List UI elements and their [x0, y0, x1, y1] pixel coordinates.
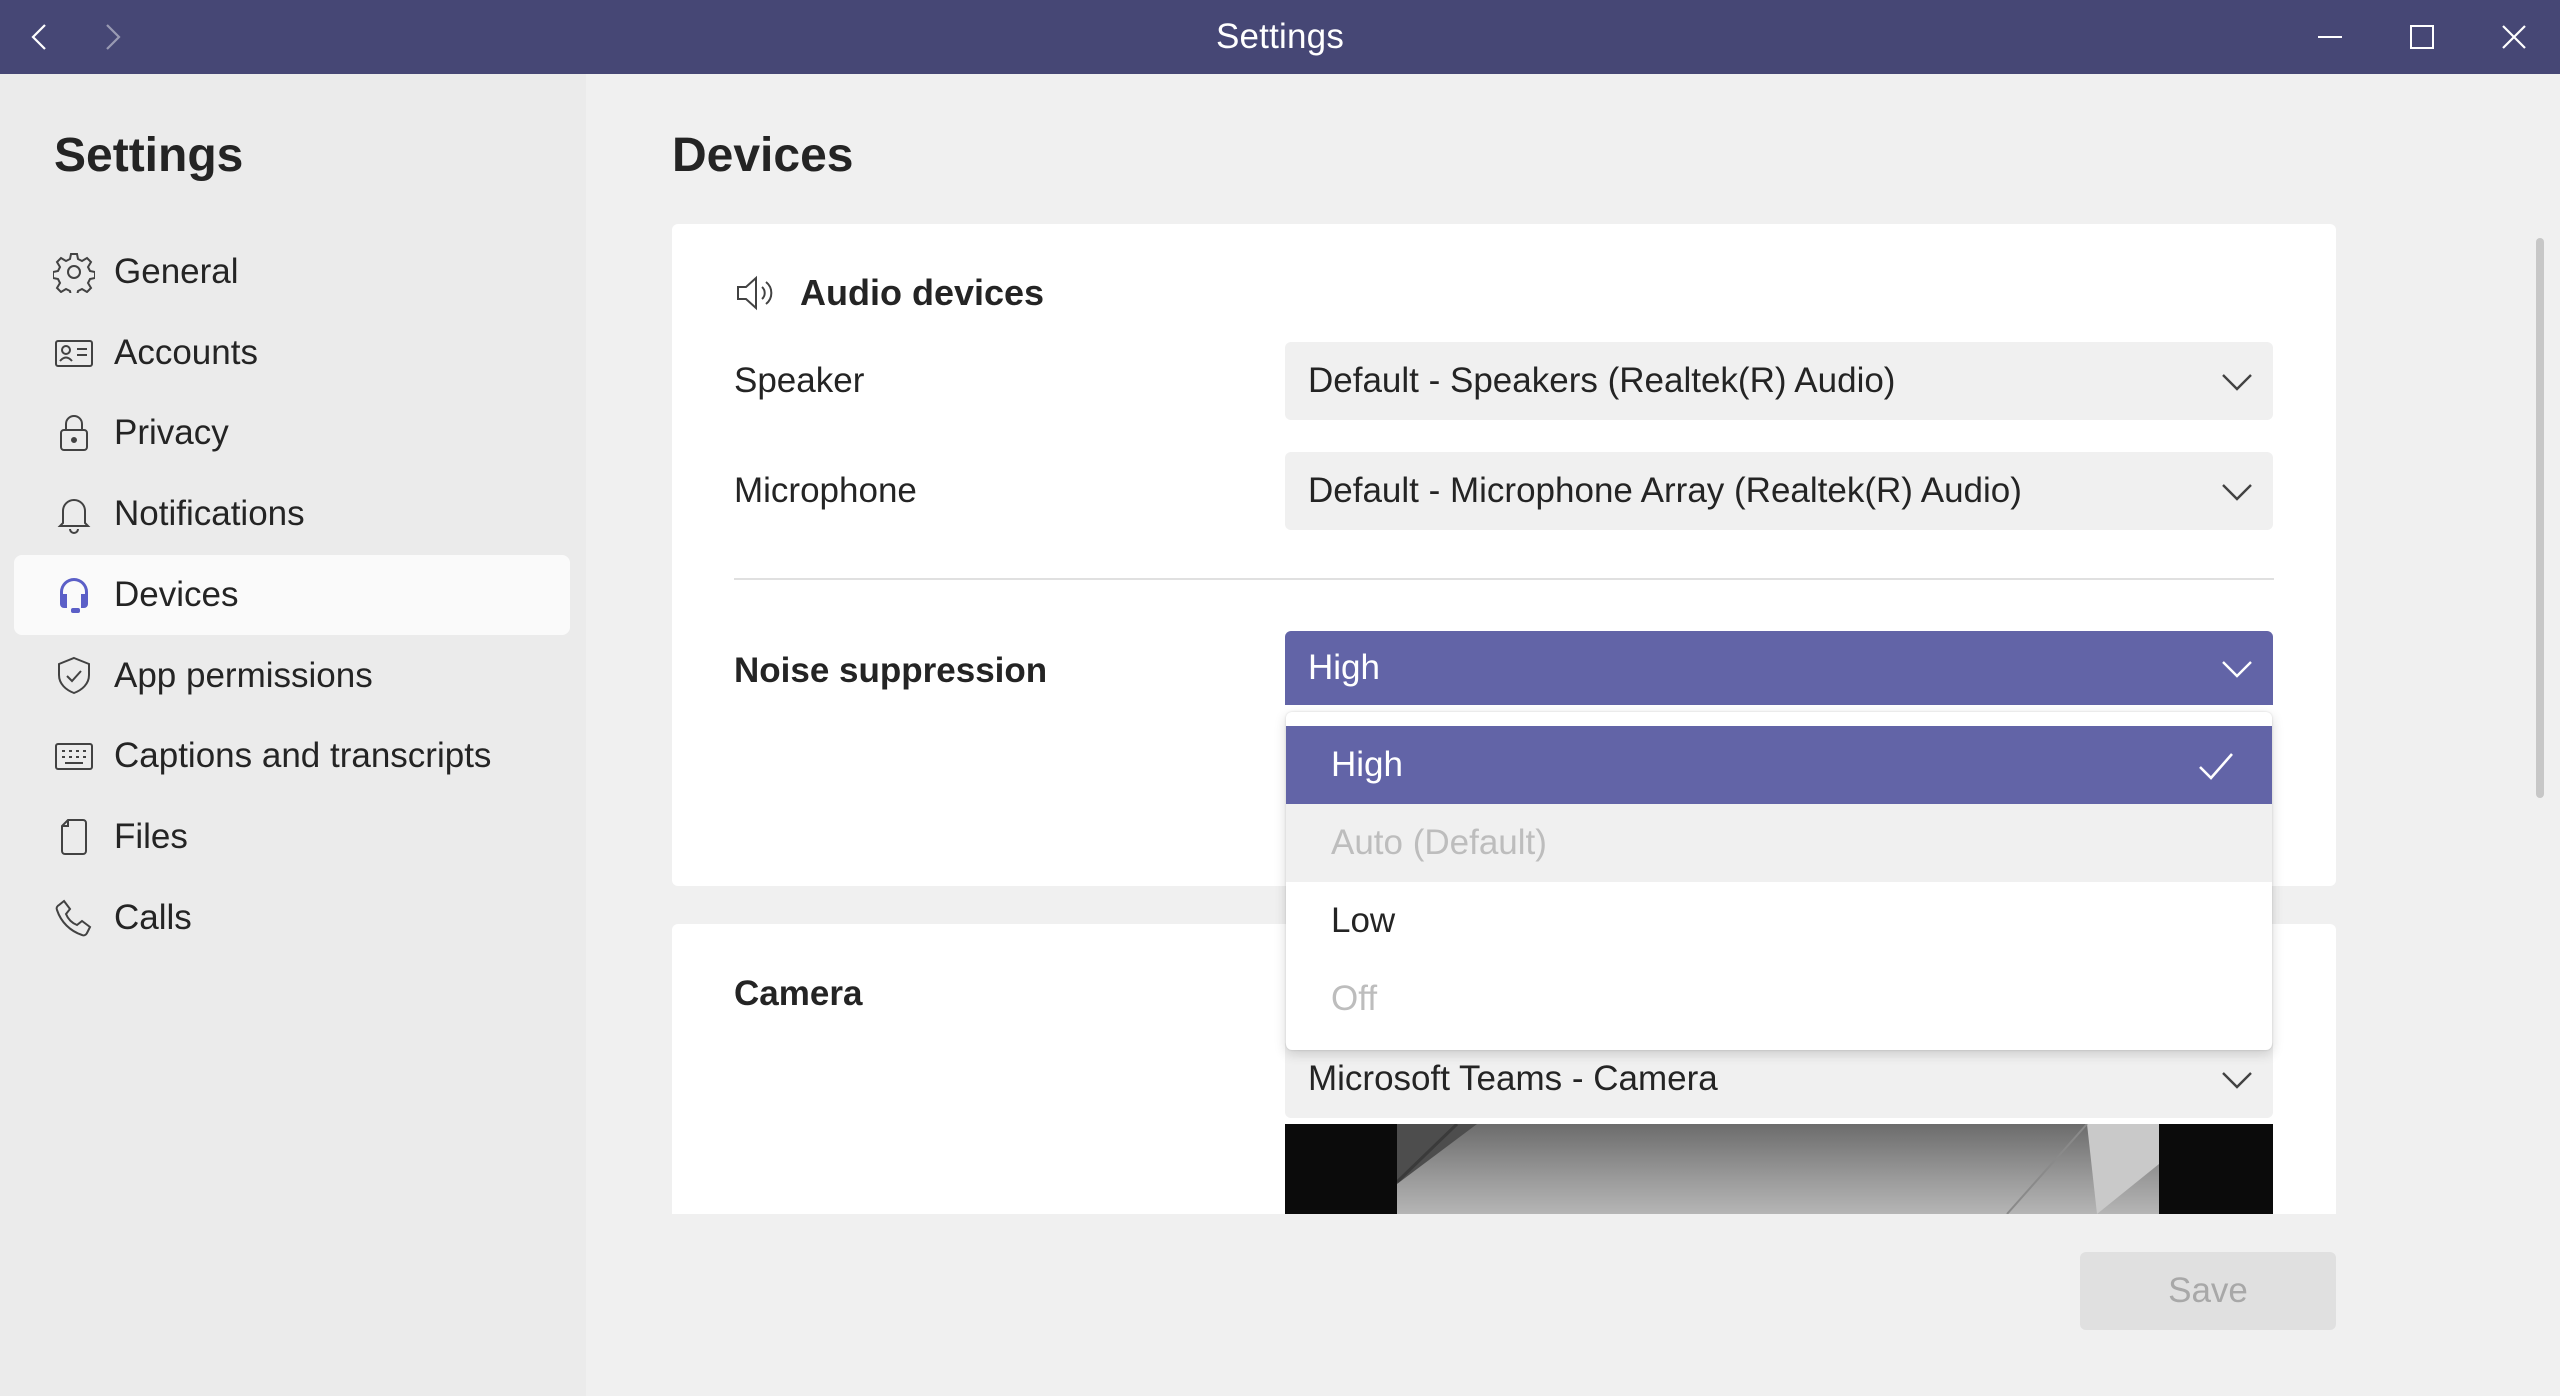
minimize-icon: [2318, 36, 2342, 38]
sidebar-item-label: Devices: [114, 575, 239, 614]
camera-preview: [1285, 1124, 2273, 1214]
microphone-label: Microphone: [734, 471, 917, 510]
chevron-down-icon: [2222, 484, 2252, 501]
sidebar-item-label: App permissions: [114, 656, 373, 695]
section-divider: [734, 578, 2274, 580]
option-label: High: [1331, 745, 1403, 784]
sidebar-item-devices[interactable]: Devices: [14, 555, 570, 635]
content-scrollbar[interactable]: [2536, 238, 2544, 798]
noise-suppression-dropdown: High Auto (Default) Low Off: [1286, 712, 2272, 1050]
camera-preview-image: [1395, 1124, 2159, 1214]
sidebar-item-label: General: [114, 252, 239, 291]
sidebar-item-label: Files: [114, 817, 188, 856]
speaker-label: Speaker: [734, 361, 865, 400]
sidebar-title: Settings: [54, 129, 244, 182]
option-auto-default[interactable]: Auto (Default): [1286, 804, 2272, 882]
sidebar-item-label: Privacy: [114, 413, 229, 452]
close-button[interactable]: [2474, 0, 2554, 74]
sidebar-item-captions[interactable]: Captions and transcripts: [14, 716, 570, 796]
close-icon: [2502, 25, 2526, 49]
noise-suppression-select[interactable]: High: [1285, 631, 2273, 705]
camera-heading: Camera: [734, 974, 863, 1013]
maximize-icon: [2410, 25, 2434, 49]
microphone-select-value: Default - Microphone Array (Realtek(R) A…: [1308, 471, 2022, 510]
microphone-select[interactable]: Default - Microphone Array (Realtek(R) A…: [1285, 452, 2273, 530]
maximize-button[interactable]: [2382, 0, 2462, 74]
option-off[interactable]: Off: [1286, 960, 2272, 1038]
id-card-icon: [52, 331, 96, 375]
option-label: Auto (Default): [1331, 823, 1547, 862]
sidebar-item-accounts[interactable]: Accounts: [14, 313, 570, 393]
speaker-select-value: Default - Speakers (Realtek(R) Audio): [1308, 361, 1896, 400]
minimize-button[interactable]: [2290, 0, 2370, 74]
noise-suppression-value: High: [1308, 648, 1380, 687]
audio-devices-heading: Audio devices: [734, 270, 1044, 316]
camera-select-value: Microsoft Teams - Camera: [1308, 1059, 1718, 1098]
check-icon: [2199, 753, 2233, 780]
option-label: Low: [1331, 901, 1396, 940]
speaker-icon: [734, 271, 778, 315]
gear-icon: [52, 250, 96, 294]
save-button[interactable]: Save: [2080, 1252, 2336, 1330]
sidebar-item-general[interactable]: General: [14, 232, 570, 312]
chevron-down-icon: [2222, 1072, 2252, 1089]
audio-devices-title: Audio devices: [800, 272, 1045, 313]
noise-suppression-label: Noise suppression: [734, 651, 1048, 690]
sidebar-item-label: Accounts: [114, 333, 258, 372]
sidebar-item-privacy[interactable]: Privacy: [14, 393, 570, 473]
chevron-down-icon: [2222, 661, 2252, 678]
window-title: Settings: [1215, 17, 1345, 56]
sidebar-item-files[interactable]: Files: [14, 797, 570, 877]
sidebar-item-notifications[interactable]: Notifications: [14, 474, 570, 554]
phone-icon: [52, 896, 96, 940]
camera-select[interactable]: Microsoft Teams - Camera: [1285, 1040, 2273, 1118]
speaker-select[interactable]: Default - Speakers (Realtek(R) Audio): [1285, 342, 2273, 420]
sidebar-item-label: Calls: [114, 898, 192, 937]
sidebar-item-label: Notifications: [114, 494, 305, 533]
chevron-down-icon: [2222, 374, 2252, 391]
keyboard-icon: [52, 734, 96, 778]
bell-icon: [52, 492, 96, 536]
sidebar-item-calls[interactable]: Calls: [14, 878, 570, 958]
sidebar-item-app-permissions[interactable]: App permissions: [14, 636, 570, 716]
sidebar-item-label: Captions and transcripts: [114, 736, 492, 775]
option-high[interactable]: High: [1286, 726, 2272, 804]
lock-icon: [52, 411, 96, 455]
option-low[interactable]: Low: [1286, 882, 2272, 960]
shield-icon: [52, 654, 96, 698]
title-bar: Settings: [0, 0, 2560, 74]
file-icon: [52, 815, 96, 859]
headset-icon: [52, 573, 96, 617]
page-title: Devices: [672, 129, 854, 182]
option-label: Off: [1331, 979, 1378, 1018]
